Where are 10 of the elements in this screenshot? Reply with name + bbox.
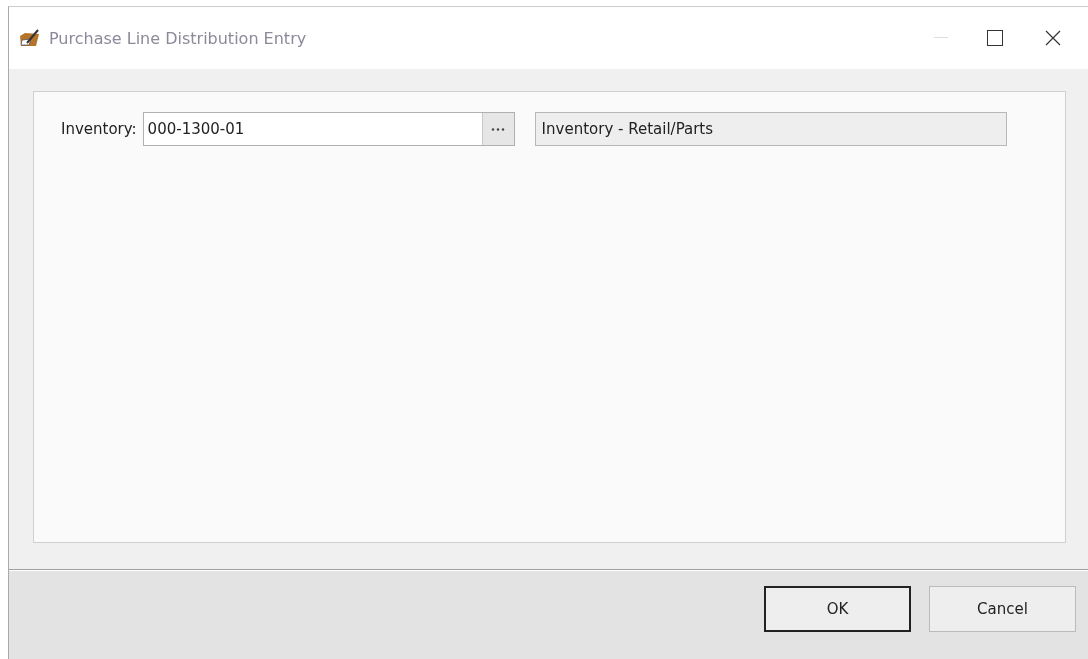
dialog-button[interactable]: Cancel: [929, 586, 1076, 632]
dots-icon: [491, 127, 506, 131]
maximize-icon[interactable]: [987, 30, 1003, 46]
field-label: Inventory:: [61, 119, 137, 140]
inventory-field[interactable]: 000-1300-01: [142, 112, 515, 146]
close-icon[interactable]: [1045, 30, 1061, 46]
window-title: Purchase Line Distribution Entry: [49, 28, 308, 48]
folder-pen-icon: [19, 28, 41, 48]
dialog-button[interactable]: OK: [764, 586, 911, 632]
description-field: Inventory - Retail/Parts: [534, 112, 1007, 146]
